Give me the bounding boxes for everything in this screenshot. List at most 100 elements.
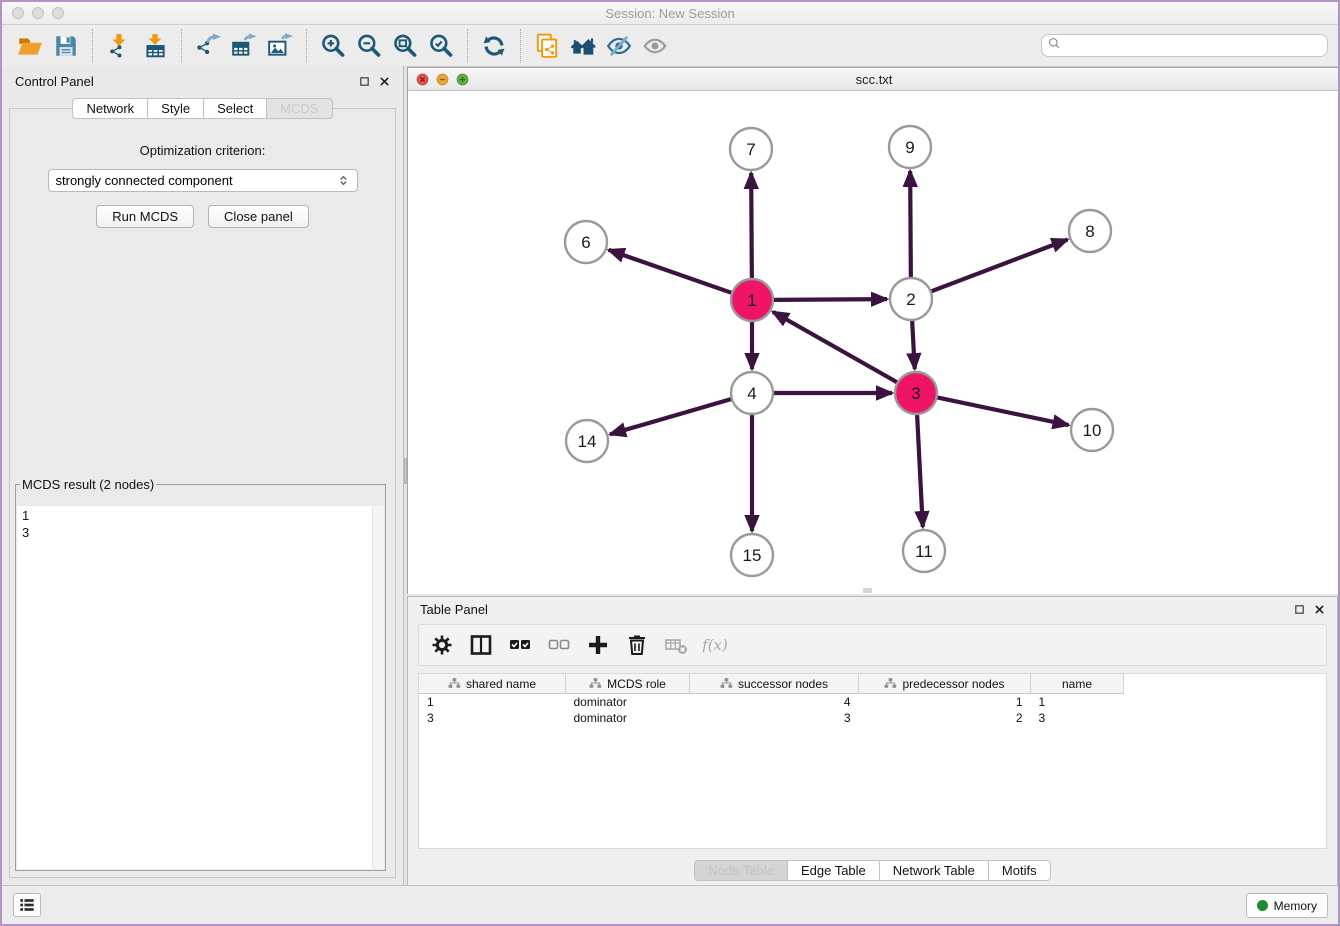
status-bar: Memory xyxy=(2,885,1338,924)
graph-edge-3-10[interactable] xyxy=(937,397,1069,425)
toolbar-icon-groups xyxy=(12,29,673,63)
table-cell[interactable]: 3 xyxy=(1031,710,1124,726)
open-folder-icon[interactable] xyxy=(12,30,48,62)
tab-motifs[interactable]: Motifs xyxy=(989,860,1051,881)
close-table-panel-icon[interactable] xyxy=(1314,604,1325,615)
float-table-panel-icon[interactable] xyxy=(1294,604,1305,615)
graph-edge-1-7[interactable] xyxy=(751,173,752,279)
save-icon[interactable] xyxy=(48,30,84,62)
run-mcds-button[interactable]: Run MCDS xyxy=(96,205,194,228)
close-panel-icon[interactable] xyxy=(379,76,390,87)
svg-text:14: 14 xyxy=(578,432,597,451)
graph-node-9[interactable]: 9 xyxy=(889,126,931,168)
graph-node-1[interactable]: 1 xyxy=(731,279,773,321)
toolbar-group xyxy=(306,29,459,63)
column-header-shared-name[interactable]: shared name xyxy=(419,674,566,694)
search-input[interactable] xyxy=(1065,38,1322,54)
gear-icon[interactable] xyxy=(429,632,455,658)
graph-node-2[interactable]: 2 xyxy=(890,278,932,320)
table-cell[interactable]: 2 xyxy=(859,710,1031,726)
add-icon[interactable] xyxy=(585,632,611,658)
graph-edge-2-9[interactable] xyxy=(910,171,911,278)
close-window-button[interactable] xyxy=(12,7,24,19)
optimization-criterion-label: Optimization criterion: xyxy=(10,143,395,158)
horizontal-splitter-grip[interactable] xyxy=(863,588,872,593)
close-panel-button[interactable]: Close panel xyxy=(208,205,309,228)
network-minimize-button[interactable] xyxy=(436,73,449,86)
search-box[interactable] xyxy=(1041,34,1328,57)
clone-network-icon[interactable] xyxy=(529,30,565,62)
tab-style[interactable]: Style xyxy=(148,98,204,119)
tab-network-table[interactable]: Network Table xyxy=(880,860,989,881)
eye-icon xyxy=(637,30,673,62)
tab-network[interactable]: Network xyxy=(72,98,148,119)
graph-node-10[interactable]: 10 xyxy=(1071,409,1113,451)
export-network-icon[interactable] xyxy=(190,30,226,62)
graph-node-11[interactable]: 11 xyxy=(903,530,945,572)
table-cell[interactable]: 1 xyxy=(1031,694,1124,711)
table-cell[interactable]: 1 xyxy=(419,694,566,711)
split-view-icon[interactable] xyxy=(468,632,494,658)
column-header-predecessor-nodes[interactable]: predecessor nodes xyxy=(859,674,1031,694)
tab-select[interactable]: Select xyxy=(204,98,267,119)
tab-edge-table[interactable]: Edge Table xyxy=(788,860,880,881)
export-image-icon[interactable] xyxy=(262,30,298,62)
memory-button[interactable]: Memory xyxy=(1246,893,1328,918)
import-network-icon[interactable] xyxy=(101,30,137,62)
zoom-in-icon[interactable] xyxy=(315,30,351,62)
svg-text:15: 15 xyxy=(743,546,762,565)
table-cell[interactable]: 4 xyxy=(690,694,859,711)
task-list-button[interactable] xyxy=(13,893,41,917)
trash-icon[interactable] xyxy=(624,632,650,658)
graph-edge-3-11[interactable] xyxy=(917,414,923,527)
graph-node-15[interactable]: 15 xyxy=(731,534,773,576)
graph-edge-2-8[interactable] xyxy=(931,240,1068,292)
refresh-icon[interactable] xyxy=(476,30,512,62)
table-cell[interactable]: dominator xyxy=(566,710,690,726)
column-header-name[interactable]: name xyxy=(1031,674,1124,694)
graph-edge-1-6[interactable] xyxy=(609,250,733,293)
network-maximize-button[interactable] xyxy=(456,73,469,86)
houses-icon[interactable] xyxy=(565,30,601,62)
graph-edge-2-3[interactable] xyxy=(912,320,915,369)
table-cell[interactable]: dominator xyxy=(566,694,690,711)
float-panel-icon[interactable] xyxy=(359,76,370,87)
graph-node-4[interactable]: 4 xyxy=(731,372,773,414)
graph-edge-1-2[interactable] xyxy=(773,299,887,300)
graph-node-7[interactable]: 7 xyxy=(730,128,772,170)
import-table-icon[interactable] xyxy=(137,30,173,62)
zoom-selected-icon[interactable] xyxy=(423,30,459,62)
column-header-successor-nodes[interactable]: successor nodes xyxy=(690,674,859,694)
network-canvas[interactable]: 7 9 6 8 1 2 4 3 14 10 15 11 xyxy=(408,91,1340,594)
deselect-all-icon[interactable] xyxy=(546,632,572,658)
graph-edge-3-1[interactable] xyxy=(773,312,898,383)
criterion-dropdown[interactable]: strongly connected component xyxy=(48,169,358,192)
hide-eye-icon[interactable] xyxy=(601,30,637,62)
zoom-out-icon[interactable] xyxy=(351,30,387,62)
graph-node-3[interactable]: 3 xyxy=(895,372,937,414)
network-close-button[interactable] xyxy=(416,73,429,86)
search-icon xyxy=(1047,36,1062,56)
export-table-icon[interactable] xyxy=(226,30,262,62)
graph-node-14[interactable]: 14 xyxy=(566,420,608,462)
table-cell[interactable]: 1 xyxy=(859,694,1031,711)
graph-node-8[interactable]: 8 xyxy=(1069,210,1111,252)
mcds-result-node: 1 xyxy=(22,507,379,524)
tab-node-table[interactable]: Node Table xyxy=(694,860,788,881)
graph-edge-4-14[interactable] xyxy=(610,399,732,434)
graph-node-6[interactable]: 6 xyxy=(565,221,607,263)
select-all-icon[interactable] xyxy=(507,632,533,658)
result-scrollbar[interactable] xyxy=(372,506,384,869)
minimize-window-button[interactable] xyxy=(32,7,44,19)
svg-text:11: 11 xyxy=(915,542,933,561)
window-controls xyxy=(12,7,64,19)
mcds-result-text: 13 xyxy=(17,506,384,869)
table-cell[interactable]: 3 xyxy=(690,710,859,726)
control-panel-title: Control Panel xyxy=(15,74,94,89)
zoom-fit-icon[interactable] xyxy=(387,30,423,62)
column-header-MCDS-role[interactable]: MCDS role xyxy=(566,674,690,694)
memory-status-dot xyxy=(1257,900,1268,911)
tab-mcds[interactable]: MCDS xyxy=(267,98,332,119)
table-cell[interactable]: 3 xyxy=(419,710,566,726)
maximize-window-button[interactable] xyxy=(52,7,64,19)
